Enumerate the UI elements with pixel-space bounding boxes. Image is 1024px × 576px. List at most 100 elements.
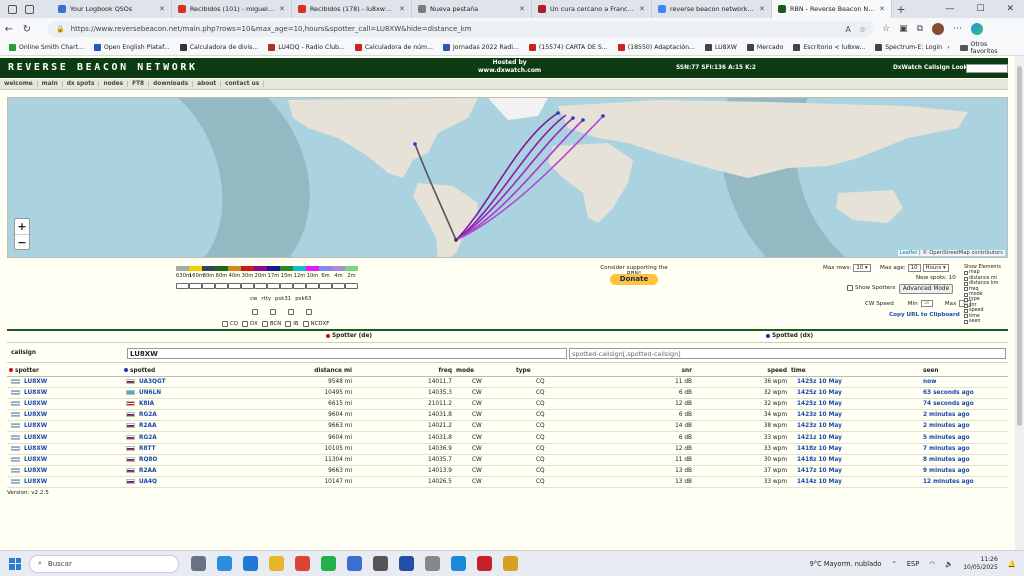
- band-checkbox-60m[interactable]: [215, 283, 228, 289]
- bookmark-item[interactable]: Online Smith Chart...: [4, 44, 89, 51]
- copilot-icon[interactable]: [971, 23, 984, 35]
- workspaces-icon[interactable]: [8, 4, 17, 14]
- band-checkbox-160m[interactable]: [189, 283, 202, 289]
- band-checkbox-12m[interactable]: [293, 283, 306, 289]
- spotted-link[interactable]: R2AA: [139, 423, 156, 429]
- spotter-link[interactable]: LU8XW: [24, 457, 47, 463]
- chrome-icon[interactable]: [295, 556, 310, 571]
- extensions-icon[interactable]: ⧉: [917, 24, 923, 34]
- browser-tab[interactable]: Nueva pestaña ✕: [412, 0, 532, 18]
- bookmark-item[interactable]: Calculadora de núm...: [350, 44, 438, 51]
- lock-icon[interactable]: 🔒: [56, 25, 65, 33]
- band-checkbox-6m[interactable]: [319, 283, 332, 289]
- bookmark-item[interactable]: Spectrum-E: Login: [870, 44, 947, 51]
- type-filter-ncdxf[interactable]: NCDXF: [302, 321, 329, 327]
- spotted-marker-2[interactable]: [571, 116, 575, 120]
- show-element-checkbox[interactable]: [964, 292, 968, 297]
- bookmark-item[interactable]: Calculadora de divis...: [175, 44, 264, 51]
- close-window-button[interactable]: ✕: [1006, 4, 1014, 14]
- collections-icon[interactable]: ▣: [899, 24, 908, 34]
- spotter-link[interactable]: LU8XW: [24, 390, 47, 396]
- bookmark-item[interactable]: LU8XW: [700, 44, 742, 51]
- favorite-star-icon[interactable]: ☆: [859, 25, 866, 34]
- browser-tab[interactable]: reverse beacon network - Búsq ✕: [652, 0, 772, 18]
- tab-close-icon[interactable]: ✕: [639, 5, 645, 13]
- show-spotters-checkbox[interactable]: [847, 285, 853, 291]
- type-checkbox[interactable]: [302, 321, 309, 327]
- app-icon-8[interactable]: [373, 556, 388, 571]
- max-rows-select[interactable]: 10 ▾: [853, 264, 871, 272]
- notifications-icon[interactable]: 🔔: [1008, 560, 1016, 568]
- band-checkbox-630m[interactable]: [176, 283, 189, 289]
- cw-speed-min-input[interactable]: all: [920, 300, 933, 307]
- tab-actions-icon[interactable]: [25, 4, 34, 14]
- file-explorer-icon[interactable]: [269, 556, 284, 571]
- time-link[interactable]: 1425z 10 May: [797, 401, 842, 407]
- time-link[interactable]: 1418z 10 May: [797, 446, 842, 452]
- show-element-checkbox[interactable]: [964, 314, 968, 319]
- type-checkbox[interactable]: [261, 321, 268, 327]
- clock[interactable]: 11:26 10/05/2025: [963, 556, 998, 572]
- time-link[interactable]: 1423z 10 May: [797, 423, 842, 429]
- nav-link-nodes[interactable]: nodes: [99, 81, 129, 87]
- taskbar-search[interactable]: ⌕ Buscar: [29, 554, 179, 573]
- band-checkbox-30m[interactable]: [241, 283, 254, 289]
- column-header-time[interactable]: time: [789, 366, 921, 377]
- type-filter-dx[interactable]: DX: [242, 321, 258, 327]
- osm-attribution[interactable]: © OpenStreetMap contributors: [922, 250, 1003, 256]
- time-link[interactable]: 1421z 10 May: [797, 435, 842, 441]
- spotter-link[interactable]: LU8XW: [24, 468, 47, 474]
- tab-close-icon[interactable]: ✕: [519, 5, 525, 13]
- show-element-checkbox[interactable]: [964, 271, 968, 276]
- nav-link-about[interactable]: about: [193, 81, 222, 87]
- word-icon[interactable]: [347, 556, 362, 571]
- more-menu-icon[interactable]: ⋯: [953, 24, 962, 34]
- spotted-link[interactable]: R2AA: [139, 468, 156, 474]
- app-icon-13[interactable]: [503, 556, 518, 571]
- type-checkbox[interactable]: [242, 321, 249, 327]
- spotted-link[interactable]: RG2A: [139, 435, 157, 441]
- spotter-link[interactable]: LU8XW: [24, 401, 47, 407]
- spotted-marker-3[interactable]: [581, 118, 585, 122]
- spotter-callsign-input[interactable]: LU8XW: [127, 348, 567, 359]
- spotted-marker-k8ia[interactable]: [413, 142, 417, 146]
- donate-button[interactable]: Donate: [610, 274, 658, 285]
- bookmark-item[interactable]: Jornadas 2022 Radi...: [438, 44, 524, 51]
- spotter-marker[interactable]: [454, 238, 458, 242]
- windows-start-icon[interactable]: [9, 557, 21, 570]
- column-header-mode[interactable]: mode: [454, 366, 514, 377]
- copy-url-link[interactable]: Copy URL to Clipboard: [889, 312, 960, 318]
- mode-checkbox-psk31[interactable]: [288, 309, 294, 315]
- minimize-button[interactable]: —: [945, 4, 954, 14]
- favorites-icon[interactable]: ☆: [882, 24, 890, 34]
- tab-close-icon[interactable]: ✕: [279, 5, 285, 13]
- show-element-checkbox[interactable]: [964, 319, 968, 324]
- browser-tab[interactable]: Un cura cercano a Francisco es ✕: [532, 0, 652, 18]
- app-icon-12[interactable]: [477, 556, 492, 571]
- tab-close-icon[interactable]: ✕: [759, 5, 765, 13]
- nav-link-contact-us[interactable]: contact us: [221, 81, 265, 87]
- bookmark-item[interactable]: (18550) Adaptación...: [613, 44, 700, 51]
- column-header-speed[interactable]: speed: [694, 366, 789, 377]
- browser-tab[interactable]: Recibidos (178) - lu8xw2017@g ✕: [292, 0, 412, 18]
- type-filter-cq[interactable]: CQ: [222, 321, 238, 327]
- spotted-link[interactable]: K8IA: [139, 401, 154, 407]
- reload-button[interactable]: ↻: [18, 24, 36, 35]
- spotted-link[interactable]: R8TT: [139, 446, 156, 452]
- band-checkbox-15m[interactable]: [280, 283, 293, 289]
- column-header-freq[interactable]: freq: [354, 366, 454, 377]
- show-element-checkbox[interactable]: [964, 308, 968, 313]
- leaflet-link[interactable]: Leaflet: [900, 250, 918, 256]
- bookmark-item[interactable]: Escritorio < lu8xw...: [788, 44, 870, 51]
- column-header-distance-mi[interactable]: distance mi: [272, 366, 354, 377]
- zoom-out-button[interactable]: −: [15, 234, 29, 249]
- mode-checkbox-cw[interactable]: [252, 309, 258, 315]
- copilot-app-icon[interactable]: [217, 556, 232, 571]
- tab-close-icon[interactable]: ✕: [159, 5, 165, 13]
- nav-link-dx-spots[interactable]: dx spots: [63, 81, 100, 87]
- column-header-spotter[interactable]: spotter: [7, 366, 122, 377]
- column-header-type[interactable]: type: [514, 366, 604, 377]
- tab-close-icon[interactable]: ✕: [399, 5, 405, 13]
- app-icon-10[interactable]: [425, 556, 440, 571]
- tab-close-icon[interactable]: ✕: [879, 5, 885, 13]
